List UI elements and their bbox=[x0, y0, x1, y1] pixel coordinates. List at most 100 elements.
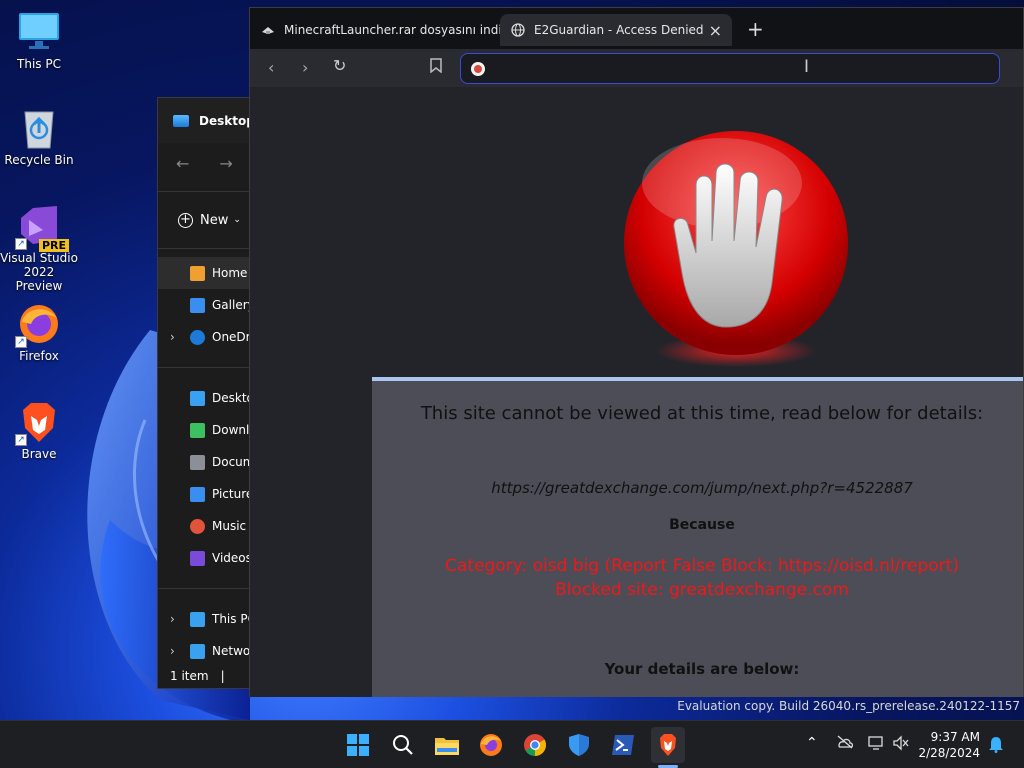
cloud-icon bbox=[190, 329, 205, 345]
visual-studio-icon: PRE ↗ bbox=[15, 204, 69, 252]
monitor-icon bbox=[17, 10, 61, 54]
chevron-down-icon: ⌄ bbox=[233, 215, 241, 225]
sidebar-item-home[interactable]: Home bbox=[158, 257, 256, 289]
firefox-icon: ↗ bbox=[15, 302, 61, 348]
chevron-up-icon[interactable]: ⌃ bbox=[806, 735, 818, 751]
sidebar-item-gallery[interactable]: Gallery bbox=[158, 289, 256, 321]
explorer-nav-buttons: ← → bbox=[158, 143, 256, 183]
access-denied-panel: This site cannot be viewed at this time,… bbox=[372, 377, 1023, 697]
tab-access-denied[interactable]: E2Guardian - Access Denied × bbox=[500, 14, 732, 46]
desktop-icon-label: Recycle Bin bbox=[4, 153, 74, 167]
search-button[interactable] bbox=[389, 731, 417, 759]
shortcut-arrow-icon: ↗ bbox=[15, 336, 27, 348]
back-arrow-icon[interactable]: ‹ bbox=[268, 58, 274, 77]
shortcut-arrow-icon: ↗ bbox=[15, 434, 27, 446]
address-bar[interactable]: I bbox=[460, 53, 1000, 84]
chrome-icon bbox=[524, 734, 546, 756]
sidebar-item-label: Videos bbox=[212, 551, 252, 565]
status-divider: | bbox=[220, 669, 225, 683]
reload-icon[interactable]: ↻ bbox=[333, 56, 346, 75]
tab-strip: MinecraftLauncher.rar dosyasını indir E2… bbox=[250, 8, 1023, 49]
firefox-icon bbox=[480, 734, 502, 756]
sidebar-item-network[interactable]: › Network bbox=[158, 635, 256, 667]
powershell-icon bbox=[612, 735, 634, 755]
network-icon[interactable] bbox=[868, 735, 886, 755]
status-bar: 1 item | bbox=[158, 664, 256, 688]
defender-button[interactable] bbox=[565, 731, 593, 759]
brave-button[interactable] bbox=[651, 727, 685, 763]
clock[interactable]: 9:37 AM 2/28/2024 bbox=[918, 729, 980, 761]
brave-shield-icon[interactable] bbox=[471, 62, 485, 76]
tab-label: MinecraftLauncher.rar dosyasını indir bbox=[284, 23, 500, 37]
recycle-bin-icon bbox=[17, 106, 61, 150]
desktop-icon-visual-studio[interactable]: PRE ↗ Visual Studio 2022 Preview bbox=[0, 204, 78, 293]
firefox-button[interactable] bbox=[477, 731, 505, 759]
sidebar-item-this-pc[interactable]: › This PC bbox=[158, 603, 256, 635]
clock-time: 9:37 AM bbox=[930, 730, 980, 744]
home-icon bbox=[190, 265, 205, 281]
sidebar-item-pictures[interactable]: Pictures bbox=[158, 478, 256, 510]
evaluation-watermark: Evaluation copy. Build 26040.rs_prerelea… bbox=[677, 699, 1020, 713]
desktop-icon-this-pc[interactable]: This PC bbox=[0, 10, 78, 71]
desktop-icon-brave[interactable]: ↗ Brave bbox=[0, 400, 78, 461]
desktop-icon bbox=[190, 390, 205, 406]
start-icon bbox=[347, 734, 369, 756]
sidebar-item-label: Home bbox=[212, 266, 248, 280]
search-icon bbox=[393, 735, 413, 755]
new-button[interactable]: + New ⌄ bbox=[158, 200, 256, 240]
defender-icon bbox=[569, 734, 589, 756]
chevron-right-icon[interactable]: › bbox=[170, 330, 175, 344]
sidebar-item-onedrive[interactable]: › OneDrive bbox=[158, 321, 256, 353]
tab-minecraft-download[interactable]: MinecraftLauncher.rar dosyasını indir bbox=[260, 14, 500, 46]
sidebar-item-music[interactable]: Music bbox=[158, 510, 256, 542]
explorer-tab[interactable]: Desktop bbox=[158, 98, 256, 143]
bookmark-icon[interactable] bbox=[430, 58, 442, 77]
pre-badge: PRE bbox=[38, 239, 69, 252]
desktop-icon-firefox[interactable]: ↗ Firefox bbox=[0, 302, 78, 363]
desktop-icon-recycle-bin[interactable]: Recycle Bin bbox=[0, 106, 78, 167]
sidebar-item-label: Music bbox=[212, 519, 247, 533]
sidebar-item-documents[interactable]: Documents bbox=[158, 446, 256, 478]
taskbar: ⌃ 9:37 AM 2/28/2024 bbox=[0, 720, 1024, 768]
text-cursor-icon: I bbox=[804, 57, 810, 77]
download-site-icon bbox=[260, 22, 276, 38]
sidebar-item-desktop[interactable]: Desktop bbox=[158, 382, 256, 414]
computer-icon bbox=[190, 611, 205, 627]
network-icon bbox=[190, 643, 205, 659]
start-button[interactable] bbox=[344, 731, 372, 759]
desktop-icon-label: Brave bbox=[21, 447, 57, 461]
file-explorer-window[interactable]: Desktop ← → + New ⌄ Home Gallery › OneDr… bbox=[157, 97, 257, 689]
onedrive-offline-icon[interactable] bbox=[836, 735, 854, 753]
item-count: 1 item bbox=[170, 669, 209, 683]
browser-window[interactable]: MinecraftLauncher.rar dosyasını indir E2… bbox=[249, 7, 1024, 697]
forward-arrow-icon[interactable]: › bbox=[302, 58, 308, 77]
divider bbox=[158, 191, 256, 192]
chrome-button[interactable] bbox=[521, 731, 549, 759]
forward-arrow-icon[interactable]: → bbox=[219, 154, 232, 173]
back-arrow-icon[interactable]: ← bbox=[176, 154, 189, 173]
divider bbox=[158, 588, 256, 589]
plus-icon: + bbox=[178, 212, 193, 228]
volume-muted-icon[interactable] bbox=[892, 735, 910, 755]
desktop-folder-icon bbox=[173, 114, 189, 127]
document-icon bbox=[190, 454, 205, 470]
powershell-button[interactable] bbox=[609, 731, 637, 759]
close-icon[interactable]: × bbox=[709, 21, 722, 40]
browser-toolbar: ‹ › ↻ I bbox=[250, 49, 1023, 87]
file-explorer-button[interactable] bbox=[433, 731, 461, 759]
tab-label: E2Guardian - Access Denied bbox=[534, 23, 704, 37]
blocked-site: Blocked site: greatdexchange.com bbox=[555, 580, 849, 600]
sidebar-item-videos[interactable]: Videos bbox=[158, 542, 256, 574]
chevron-right-icon[interactable]: › bbox=[170, 644, 175, 658]
music-icon bbox=[190, 518, 205, 534]
explorer-tab-title: Desktop bbox=[199, 113, 255, 128]
desktop-icon-label: This PC bbox=[17, 57, 61, 71]
chevron-right-icon[interactable]: › bbox=[170, 612, 175, 626]
blocked-url: https://greatdexchange.com/jump/next.php… bbox=[491, 479, 913, 497]
download-icon bbox=[190, 422, 205, 438]
video-icon bbox=[190, 550, 205, 566]
notification-bell-icon[interactable] bbox=[988, 735, 1004, 757]
desktop-icon-label: Firefox bbox=[19, 349, 59, 363]
new-tab-plus-icon[interactable]: + bbox=[747, 19, 764, 39]
sidebar-item-downloads[interactable]: Downloads bbox=[158, 414, 256, 446]
